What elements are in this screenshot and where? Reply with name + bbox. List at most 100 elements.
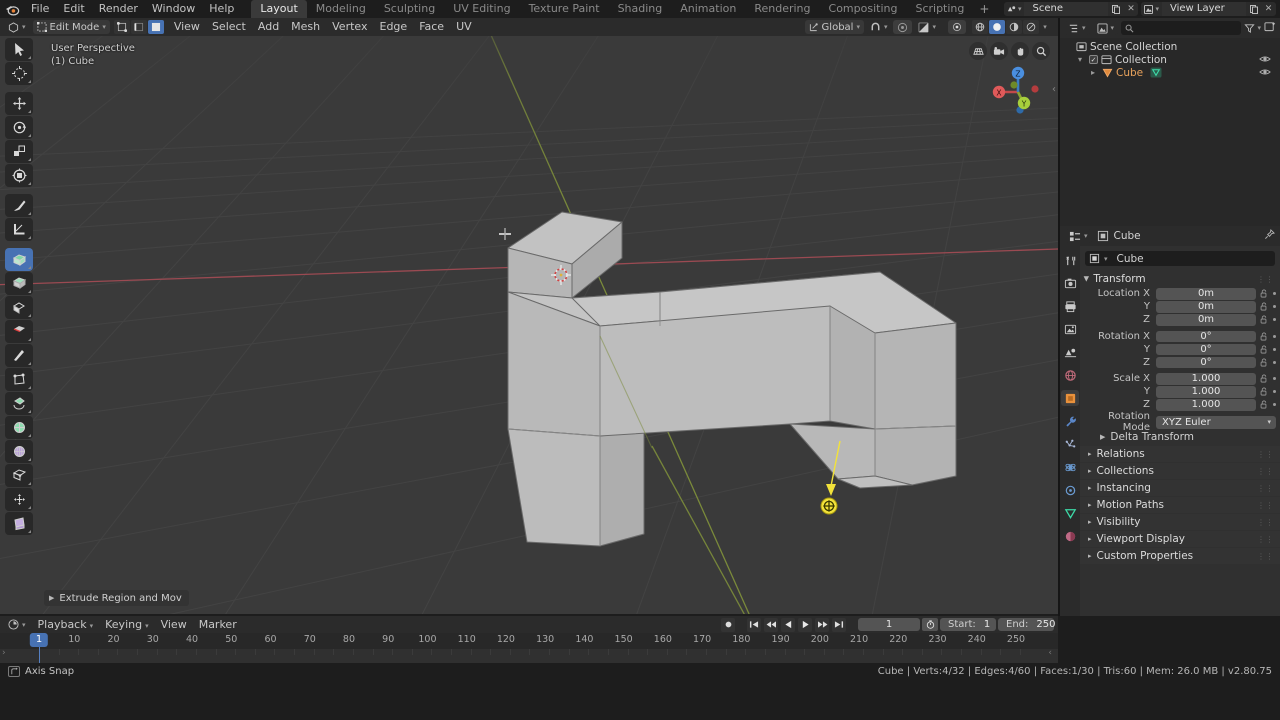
animate-property-dot[interactable] bbox=[1273, 318, 1276, 322]
topbar-menu-window[interactable]: Window bbox=[145, 0, 202, 18]
animate-property-dot[interactable] bbox=[1273, 360, 1276, 364]
scene-icon[interactable]: ▾ bbox=[1003, 2, 1025, 16]
operator-panel[interactable]: ▶ Extrude Region and Mov bbox=[44, 590, 189, 606]
remove-view-layer-icon[interactable]: ✕ bbox=[1261, 2, 1276, 16]
mode-selector[interactable]: Edit Mode ▾ bbox=[32, 20, 110, 34]
object-tab[interactable] bbox=[1061, 390, 1079, 406]
wireframe-shading[interactable] bbox=[972, 20, 988, 34]
view-layer-tab[interactable] bbox=[1061, 321, 1079, 337]
xray-toggle[interactable] bbox=[948, 20, 966, 34]
frame-end-field[interactable]: End: 250 bbox=[998, 618, 1055, 631]
tweak-tool[interactable] bbox=[5, 38, 33, 61]
extrude-region-tool[interactable] bbox=[5, 248, 33, 271]
triangle-right-icon[interactable]: ▸ bbox=[1088, 501, 1092, 509]
annotate-tool[interactable] bbox=[5, 194, 33, 217]
transform-tool[interactable] bbox=[5, 164, 33, 187]
pin-icon[interactable] bbox=[1264, 228, 1276, 243]
animate-property-dot[interactable] bbox=[1273, 403, 1276, 407]
topbar-menu-render[interactable]: Render bbox=[92, 0, 145, 18]
view-layer-icon[interactable]: ▾ bbox=[1141, 2, 1162, 16]
lock-icon[interactable] bbox=[1259, 374, 1268, 383]
workspace-tab-modeling[interactable]: Modeling bbox=[307, 0, 375, 18]
transform-value-0[interactable]: 0m bbox=[1156, 288, 1256, 300]
rip-region-tool[interactable] bbox=[5, 512, 33, 535]
frame-start-field[interactable]: Start: 1 bbox=[940, 618, 996, 631]
timeline-menu-marker[interactable]: Marker bbox=[193, 616, 243, 634]
extrude-plus-gizmo-icon[interactable] bbox=[820, 497, 838, 515]
outliner-row-cube[interactable]: ▸ Cube bbox=[1060, 66, 1280, 79]
timeline-right-toggle-icon[interactable]: ‹ bbox=[1048, 648, 1052, 658]
funnel-icon[interactable]: ▾ bbox=[1244, 23, 1261, 34]
disclosure-triangle-icon[interactable]: ▸ bbox=[1091, 68, 1099, 77]
workspace-tab-uv-editing[interactable]: UV Editing bbox=[444, 0, 519, 18]
object-name-field[interactable]: ▾ Cube bbox=[1085, 251, 1275, 266]
transform-value-3[interactable]: 0° bbox=[1156, 330, 1256, 342]
animate-property-dot[interactable] bbox=[1273, 377, 1276, 381]
viewport-menu-view[interactable]: View bbox=[168, 18, 206, 36]
panel-instancing[interactable]: ▸ Instancing ⋮⋮ bbox=[1080, 480, 1280, 496]
vertex-select-mode[interactable] bbox=[113, 20, 130, 34]
new-scene-icon[interactable] bbox=[1108, 2, 1124, 16]
workspace-tab-layout[interactable]: Layout bbox=[251, 0, 307, 18]
workspace-tab-rendering[interactable]: Rendering bbox=[745, 0, 819, 18]
animate-property-dot[interactable] bbox=[1273, 347, 1276, 351]
properties-body[interactable]: ▾ Cube ▶ Transform ⋮⋮ Location X 0m Y 0m Z 0m… bbox=[1080, 246, 1280, 668]
object-name-value[interactable]: Cube bbox=[1112, 253, 1144, 265]
spin-tool[interactable] bbox=[5, 392, 33, 415]
auto-keying-toggle[interactable] bbox=[922, 618, 938, 631]
cursor-tool[interactable] bbox=[5, 62, 33, 85]
physics-tab[interactable] bbox=[1061, 459, 1079, 475]
lock-icon[interactable] bbox=[1259, 315, 1268, 324]
loop-cut-tool[interactable] bbox=[5, 320, 33, 343]
outliner-search-box[interactable] bbox=[1121, 21, 1242, 35]
jump-next-keyframe-button[interactable] bbox=[815, 617, 829, 632]
transform-value-6[interactable]: 1.000 bbox=[1156, 373, 1256, 385]
jump-prev-keyframe-button[interactable] bbox=[764, 617, 778, 632]
measure-tool[interactable] bbox=[5, 218, 33, 241]
modifier-tab[interactable] bbox=[1061, 413, 1079, 429]
play-reverse-button[interactable] bbox=[781, 617, 795, 632]
shading-options-dropdown[interactable]: ▾ bbox=[1040, 20, 1050, 34]
rendered-shading[interactable] bbox=[1023, 20, 1039, 34]
object-data-tab[interactable] bbox=[1061, 505, 1079, 521]
outliner-row-scene-collection[interactable]: Scene Collection bbox=[1060, 40, 1280, 53]
triangle-right-icon[interactable]: ▸ bbox=[1088, 535, 1092, 543]
collection-checkbox[interactable]: ✓ bbox=[1089, 55, 1098, 64]
timeline-ruler[interactable]: 10 20 30 40 50 60 70 80 90 100 110 120 130 140 150 160 1… bbox=[0, 633, 1058, 649]
topbar-menu-file[interactable]: File bbox=[24, 0, 56, 18]
new-collection-icon[interactable] bbox=[1264, 21, 1276, 35]
viewport-menu-vertex[interactable]: Vertex bbox=[326, 18, 373, 36]
animate-property-dot[interactable] bbox=[1273, 305, 1276, 309]
lock-icon[interactable] bbox=[1259, 289, 1268, 298]
move-tool[interactable] bbox=[5, 92, 33, 115]
zoom-view-icon[interactable] bbox=[1032, 42, 1050, 60]
output-tab[interactable] bbox=[1061, 298, 1079, 314]
animate-property-dot[interactable] bbox=[1273, 334, 1276, 338]
rotation-mode-value[interactable]: XYZ Euler bbox=[1156, 415, 1276, 429]
panel-custom-properties[interactable]: ▸ Custom Properties ⋮⋮ bbox=[1080, 548, 1280, 564]
render-tab[interactable] bbox=[1061, 275, 1079, 291]
triangle-right-icon[interactable]: ▸ bbox=[1088, 450, 1092, 458]
workspace-tab-sculpting[interactable]: Sculpting bbox=[375, 0, 444, 18]
bevel-tool[interactable] bbox=[5, 296, 33, 319]
triangle-right-icon[interactable]: ▸ bbox=[1088, 518, 1092, 526]
camera-view-icon[interactable] bbox=[990, 42, 1008, 60]
triangle-right-icon[interactable]: ▸ bbox=[1088, 484, 1092, 492]
transform-orientation-selector[interactable]: Global ▾ bbox=[804, 20, 864, 34]
triangle-right-icon[interactable]: ▸ bbox=[1088, 552, 1092, 560]
material-preview-shading[interactable] bbox=[1006, 20, 1022, 34]
pan-view-icon[interactable] bbox=[1011, 42, 1029, 60]
edge-slide-tool[interactable] bbox=[5, 440, 33, 463]
proportional-falloff-selector[interactable]: ▾ bbox=[914, 20, 940, 34]
timeline-editor-icon[interactable]: ▾ bbox=[4, 617, 30, 632]
outliner[interactable]: Scene Collection ▾ ✓ Collection ▸ Cube bbox=[1060, 38, 1280, 226]
transform-value-1[interactable]: 0m bbox=[1156, 301, 1256, 313]
triangle-right-icon[interactable]: ▸ bbox=[1088, 467, 1092, 475]
workspace-tab-animation[interactable]: Animation bbox=[671, 0, 745, 18]
scene-name[interactable]: Scene bbox=[1024, 2, 1109, 16]
scene-selector[interactable]: ▾ Scene ✕ bbox=[1003, 2, 1139, 16]
tool-tab[interactable] bbox=[1061, 252, 1079, 268]
record-keyframes-button[interactable] bbox=[721, 617, 735, 632]
inset-faces-tool[interactable] bbox=[5, 272, 33, 295]
panel-viewport-display[interactable]: ▸ Viewport Display ⋮⋮ bbox=[1080, 531, 1280, 547]
